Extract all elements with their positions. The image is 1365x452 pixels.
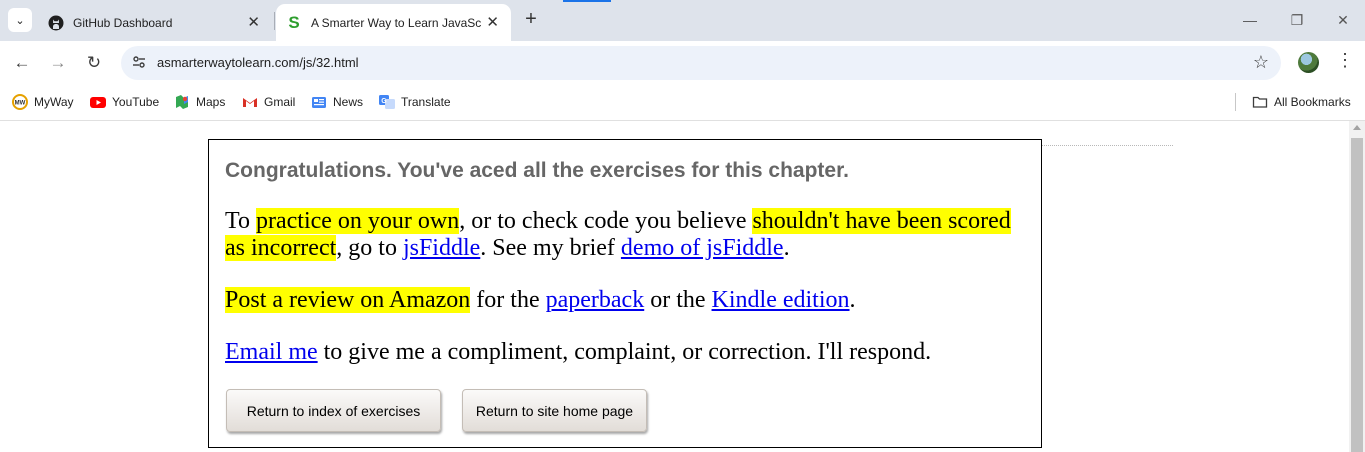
- paperback-link[interactable]: paperback: [546, 287, 645, 313]
- browser-toolbar: ← → ↻ asmarterwaytolearn.com/js/32.html …: [0, 41, 1365, 85]
- arrow-right-icon: →: [49, 53, 67, 72]
- tab-github-dashboard[interactable]: GitHub Dashboard ✕: [38, 4, 272, 41]
- highlight-text: practice on your own: [255, 208, 460, 234]
- bookmark-label: Translate: [401, 95, 451, 109]
- bookmark-label: Maps: [196, 95, 226, 109]
- scroll-thumb[interactable]: [1351, 138, 1363, 452]
- svg-text:G: G: [381, 98, 387, 105]
- menu-kebab-icon[interactable]: ⋮: [1336, 50, 1354, 71]
- maps-icon: [174, 94, 190, 110]
- all-bookmarks-button[interactable]: All Bookmarks: [1252, 92, 1351, 112]
- text: or the: [644, 287, 712, 313]
- reload-icon: ↻: [86, 53, 102, 72]
- review-paragraph: Post a review on Amazon for the paperbac…: [225, 287, 1025, 314]
- myway-icon: MW: [12, 94, 28, 110]
- tab-search-button[interactable]: ⌄: [8, 8, 32, 32]
- github-icon: [48, 15, 64, 31]
- bookmark-label: MyWay: [34, 95, 74, 109]
- arrow-left-icon: ←: [13, 53, 31, 72]
- bookmark-label: YouTube: [112, 95, 160, 109]
- tab-title: A Smarter Way to Learn JavaScript: [311, 15, 481, 30]
- close-tab-icon[interactable]: ✕: [247, 13, 260, 31]
- scroll-up-arrow-icon[interactable]: [1353, 125, 1361, 130]
- site-info-icon[interactable]: [131, 55, 147, 71]
- vertical-scrollbar[interactable]: [1349, 121, 1365, 452]
- back-button[interactable]: ←: [10, 51, 34, 75]
- highlight-text: Post a review on Amazon: [225, 287, 471, 313]
- tab-title: GitHub Dashboard: [73, 15, 173, 30]
- tab-strip: ⌄ GitHub Dashboard ✕ S A Smarter Way to …: [0, 0, 1365, 41]
- bookmark-myway[interactable]: MW MyWay: [12, 92, 74, 112]
- bookmark-label: Gmail: [264, 95, 296, 109]
- address-bar[interactable]: asmarterwaytolearn.com/js/32.html ☆: [121, 46, 1281, 80]
- email-paragraph: Email me to give me a compliment, compla…: [225, 339, 1025, 366]
- text: , go to: [336, 235, 403, 261]
- kindle-edition-link[interactable]: Kindle edition: [712, 287, 850, 313]
- text: to give me a compliment, complaint, or c…: [317, 339, 932, 365]
- jsfiddle-link[interactable]: jsFiddle: [403, 235, 480, 261]
- reload-button[interactable]: ↻: [82, 51, 106, 75]
- bookmark-translate[interactable]: G Translate: [379, 92, 451, 112]
- page-viewport: Congratulations. You've aced all the exe…: [0, 121, 1349, 452]
- news-icon: [311, 94, 327, 110]
- smarter-way-favicon: S: [288, 12, 300, 32]
- svg-text:MW: MW: [15, 101, 26, 107]
- text: for the: [470, 287, 546, 313]
- bookmark-gmail[interactable]: Gmail: [242, 92, 295, 112]
- page-heading: Congratulations. You've aced all the exe…: [225, 159, 849, 182]
- practice-paragraph: To practice on your own, or to check cod…: [225, 208, 1025, 262]
- demo-jsfiddle-link[interactable]: demo of jsFiddle: [621, 235, 784, 261]
- text: To: [225, 208, 256, 234]
- close-tab-icon[interactable]: ✕: [486, 13, 499, 31]
- new-tab-button[interactable]: +: [519, 8, 543, 32]
- completion-panel: Congratulations. You've aced all the exe…: [208, 139, 1042, 448]
- close-window-button[interactable]: ✕: [1331, 8, 1355, 32]
- bookmarks-separator: [1235, 93, 1236, 111]
- bookmark-star-icon[interactable]: ☆: [1253, 52, 1269, 73]
- chevron-down-icon: ⌄: [15, 14, 25, 27]
- minimize-button[interactable]: —: [1238, 8, 1262, 32]
- forward-button[interactable]: →: [46, 51, 70, 75]
- profile-avatar[interactable]: [1298, 52, 1319, 73]
- youtube-icon: [90, 94, 106, 110]
- folder-icon: [1252, 94, 1268, 110]
- gmail-icon: [242, 94, 258, 110]
- all-bookmarks-label: All Bookmarks: [1274, 95, 1351, 109]
- text: .: [849, 287, 856, 313]
- bookmarks-bar: MW MyWay YouTube Maps Gmail News G Trans…: [0, 85, 1365, 121]
- loading-indicator: [563, 0, 611, 2]
- return-to-home-button[interactable]: Return to site home page: [462, 389, 647, 432]
- return-to-index-button[interactable]: Return to index of exercises: [226, 389, 441, 432]
- tab-separator: [274, 12, 275, 30]
- bookmark-youtube[interactable]: YouTube: [90, 92, 159, 112]
- tab-smarter-way[interactable]: S A Smarter Way to Learn JavaScript ✕: [276, 4, 511, 41]
- bookmark-news[interactable]: News: [311, 92, 363, 112]
- text: . See my brief: [480, 235, 621, 261]
- text: .: [783, 235, 790, 261]
- bookmark-label: News: [333, 95, 364, 109]
- translate-icon: G: [379, 94, 395, 110]
- text: , or to check code you believe: [459, 208, 753, 234]
- url-text[interactable]: asmarterwaytolearn.com/js/32.html: [157, 55, 359, 70]
- email-me-link[interactable]: Email me: [225, 339, 318, 365]
- restore-button[interactable]: ❐: [1285, 8, 1309, 32]
- bookmark-maps[interactable]: Maps: [174, 92, 225, 112]
